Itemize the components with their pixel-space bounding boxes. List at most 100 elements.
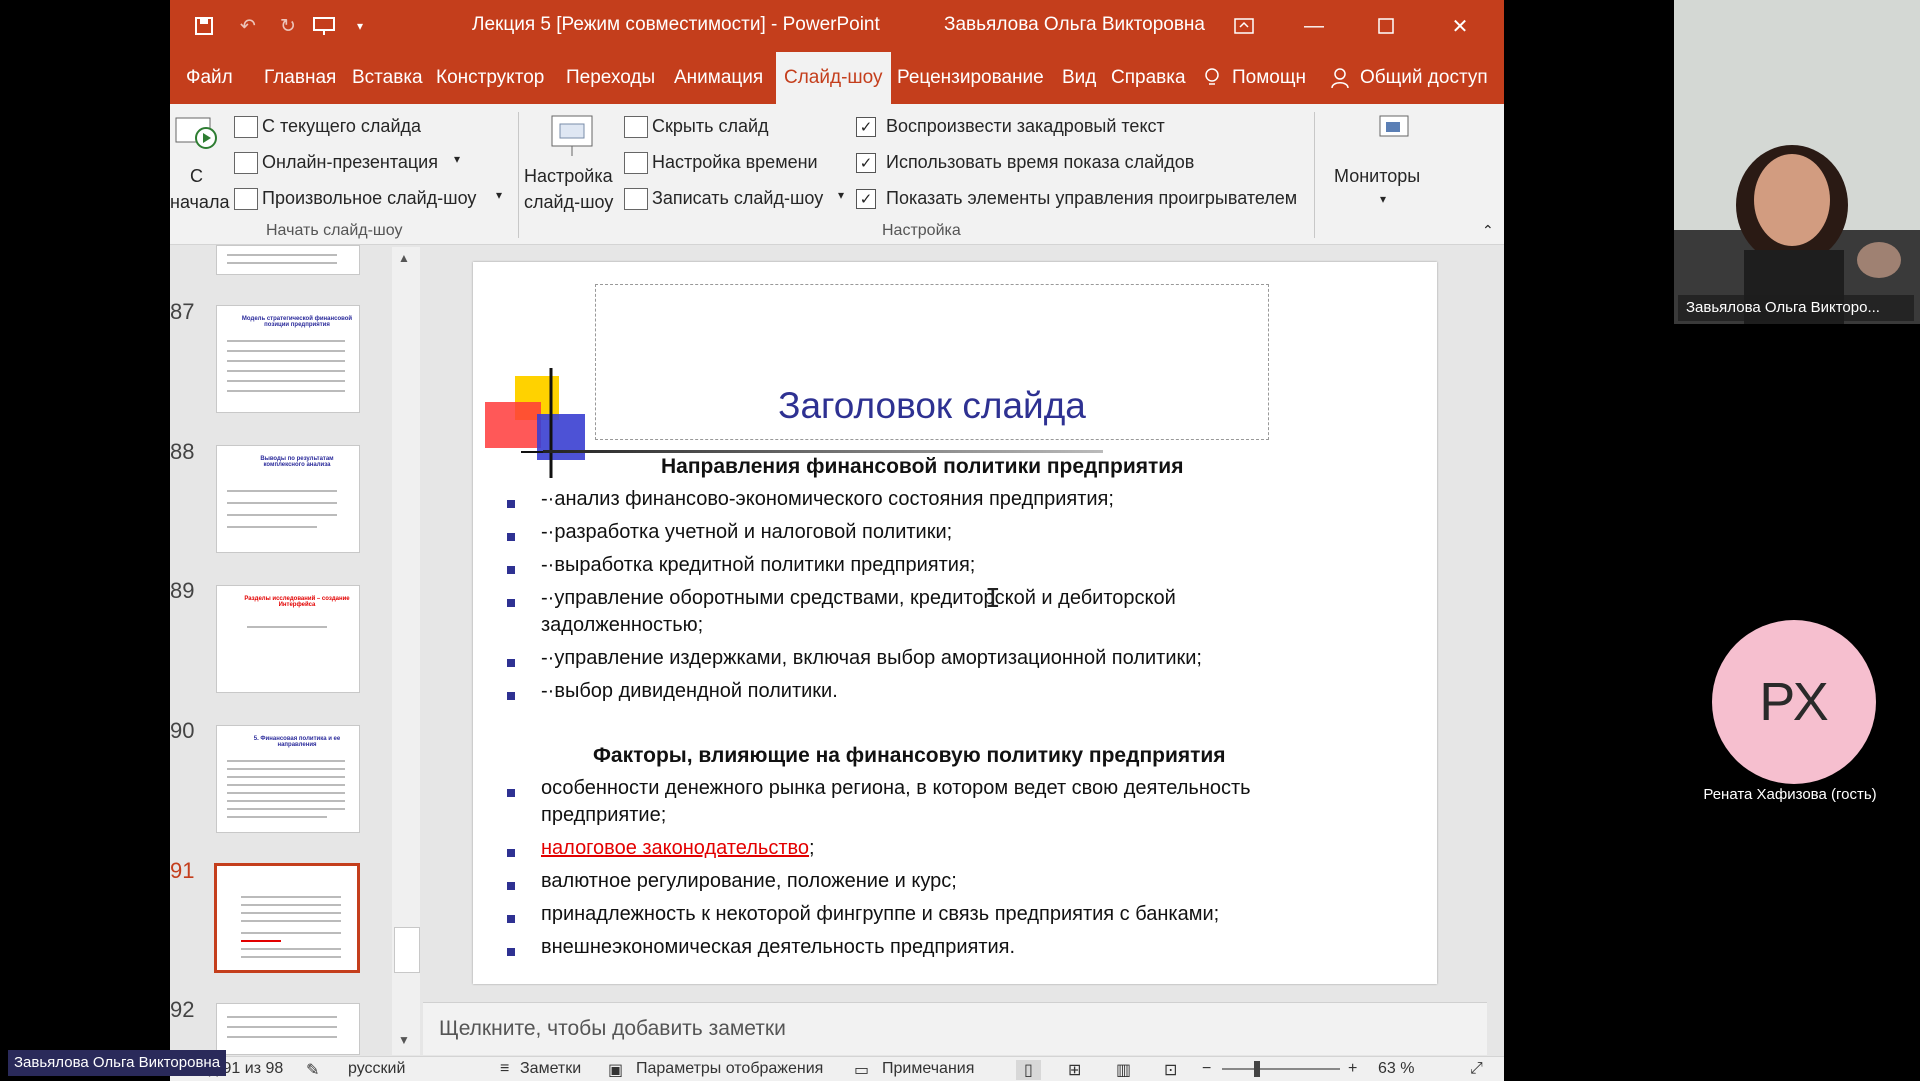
checkbox-narration[interactable]: ✓ [856, 117, 876, 137]
hide-slide-button[interactable]: Скрыть слайд [652, 116, 769, 137]
chevron-down-icon[interactable]: ▾ [838, 188, 844, 202]
slide-thumbnail[interactable]: Выводы по результатам комплексного анали… [216, 445, 360, 553]
undo-icon[interactable]: ↶ [234, 12, 262, 40]
setup-show-label[interactable]: слайд-шоу [524, 192, 613, 213]
guest-avatar[interactable]: РХ [1712, 620, 1876, 784]
notes-placeholder: Щелкните, чтобы добавить заметки [439, 1017, 786, 1040]
slide-number: 88 [170, 439, 195, 464]
window-title: Лекция 5 [Режим совместимости] - PowerPo… [472, 14, 880, 35]
save-icon[interactable] [190, 12, 218, 40]
thumbnail-title: Выводы по результатам комплексного анали… [260, 456, 334, 468]
from-current-button[interactable]: С текущего слайда [262, 116, 421, 137]
chevron-down-icon[interactable]: ▾ [496, 188, 502, 202]
tab-slideshow[interactable]: Слайд-шоу [776, 52, 891, 104]
monitors-button[interactable]: Мониторы [1334, 166, 1420, 187]
tab-design[interactable]: Конструктор [436, 52, 544, 104]
from-beginning-button[interactable]: С [190, 166, 203, 187]
presenter-video-frame [1674, 0, 1920, 324]
tab-file[interactable]: Файл [186, 52, 233, 104]
hyperlink-tax-law[interactable]: налоговое законодательство [541, 837, 809, 859]
bullet-text: принадлежность к некоторой фингруппе и с… [541, 903, 1220, 925]
bullet-marker [507, 789, 515, 797]
notes-button[interactable]: Заметки [520, 1060, 581, 1078]
ribbon-display-icon[interactable] [1214, 0, 1274, 52]
slide-canvas[interactable]: Заголовок слайда Направления финансовой … [473, 262, 1437, 984]
scroll-thumb[interactable] [394, 927, 420, 973]
zoom-level[interactable]: 63 % [1378, 1060, 1414, 1078]
bullet-marker [507, 849, 515, 857]
custom-show-button[interactable]: Произвольное слайд-шоу [262, 188, 476, 209]
maximize-icon[interactable] [1356, 0, 1416, 52]
fit-to-window-icon[interactable]: ⤢ [1470, 1060, 1483, 1078]
minimize-icon[interactable]: — [1284, 0, 1344, 52]
chevron-down-icon[interactable]: ▾ [1380, 192, 1386, 206]
tab-view[interactable]: Вид [1062, 52, 1096, 104]
decorative-squares-logo [485, 368, 595, 478]
zoom-slider-track[interactable] [1222, 1061, 1340, 1077]
slide-thumbnail[interactable] [216, 245, 360, 275]
language-indicator[interactable]: русский [348, 1060, 405, 1078]
slide-title: Заголовок слайда [778, 385, 1086, 426]
bullet-marker [507, 915, 515, 923]
zoom-out-button[interactable]: − [1202, 1060, 1211, 1078]
scroll-up-icon[interactable]: ▲ [398, 251, 410, 265]
title-underline [543, 450, 1103, 453]
checkbox-media-controls[interactable]: ✓ [856, 189, 876, 209]
tab-home[interactable]: Главная [264, 52, 336, 104]
record-show-button[interactable]: Записать слайд-шоу [652, 188, 823, 209]
account-name[interactable]: Завьялова Ольга Викторовна [944, 14, 1205, 36]
bullet-text: -·управление оборотными средствами, кред… [541, 587, 1176, 636]
bullet-marker [507, 692, 515, 700]
from-beginning-icon[interactable] [174, 114, 218, 158]
customize-quick-access-icon[interactable]: ▾ [346, 12, 374, 40]
redo-icon[interactable]: ↻ [274, 12, 302, 40]
share-button[interactable]: Общий доступ [1360, 52, 1488, 104]
scroll-down-icon[interactable]: ▼ [398, 1033, 410, 1047]
slide-thumbnail[interactable]: Модель стратегической финансовой позиции… [216, 305, 360, 413]
normal-view-icon[interactable]: ▯ [1016, 1060, 1041, 1080]
slide-sorter-icon[interactable]: ⊞ [1068, 1060, 1081, 1080]
slide-number: 90 [170, 718, 195, 743]
thumbnails-scrollbar[interactable]: ▲ ▼ [392, 247, 420, 1055]
display-settings-button[interactable]: Параметры отображения [636, 1060, 823, 1078]
from-beginning-label[interactable]: начала [170, 192, 229, 213]
monitor-icon[interactable] [1378, 114, 1410, 146]
setup-show-icon[interactable] [546, 112, 602, 160]
online-presentation-button[interactable]: Онлайн-презентация [262, 152, 438, 173]
rehearse-timings-icon [624, 152, 648, 174]
tab-help[interactable]: Справка [1111, 52, 1186, 104]
comments-icon: ▭ [854, 1062, 870, 1079]
tab-insert[interactable]: Вставка [352, 52, 423, 104]
display-settings-icon: ▣ [608, 1062, 624, 1079]
status-bar: Слайд 91 из 98 ✎ русский ≡ Заметки ▣ Пар… [170, 1056, 1504, 1081]
slide-thumbnail-selected[interactable] [214, 863, 360, 973]
tell-me-search[interactable]: Помощн [1232, 52, 1306, 104]
tab-animations[interactable]: Анимация [674, 52, 763, 104]
close-icon[interactable]: ✕ [1430, 0, 1490, 52]
slideshow-view-icon[interactable]: ⊡ [1164, 1060, 1177, 1080]
spellcheck-icon[interactable]: ✎ [306, 1060, 319, 1080]
notes-pane[interactable]: Щелкните, чтобы добавить заметки [423, 1002, 1487, 1055]
group-divider [518, 112, 519, 238]
zoom-slider-thumb[interactable] [1253, 1061, 1260, 1077]
checkbox-use-timings[interactable]: ✓ [856, 153, 876, 173]
bullet-marker [507, 533, 515, 541]
slide-thumbnail[interactable]: 5. Финансовая политика и ее направления [216, 725, 360, 833]
zoom-in-button[interactable]: + [1348, 1060, 1357, 1078]
slide-thumbnail[interactable]: Разделы исследований – создание Интерфей… [216, 585, 360, 693]
title-placeholder[interactable]: Заголовок слайда [595, 284, 1269, 440]
reading-view-icon[interactable]: ▥ [1116, 1060, 1131, 1080]
slide-thumbnail[interactable] [216, 1003, 360, 1055]
comments-button[interactable]: Примечания [882, 1060, 974, 1078]
group-label-start-show: Начать слайд-шоу [266, 222, 403, 239]
start-show-icon[interactable] [310, 12, 338, 40]
setup-show-button[interactable]: Настройка [524, 166, 613, 187]
rehearse-timings-button[interactable]: Настройка времени [652, 152, 818, 173]
section-heading: Направления финансовой политики предприя… [661, 455, 1184, 478]
tab-review[interactable]: Рецензирование [897, 52, 1044, 104]
tab-transitions[interactable]: Переходы [566, 52, 655, 104]
bullet-marker [507, 566, 515, 574]
chevron-down-icon[interactable]: ▾ [454, 152, 460, 166]
collapse-ribbon-icon[interactable]: ⌃ [1482, 222, 1494, 239]
bullet-text: особенности денежного рынка региона, в к… [541, 777, 1251, 826]
